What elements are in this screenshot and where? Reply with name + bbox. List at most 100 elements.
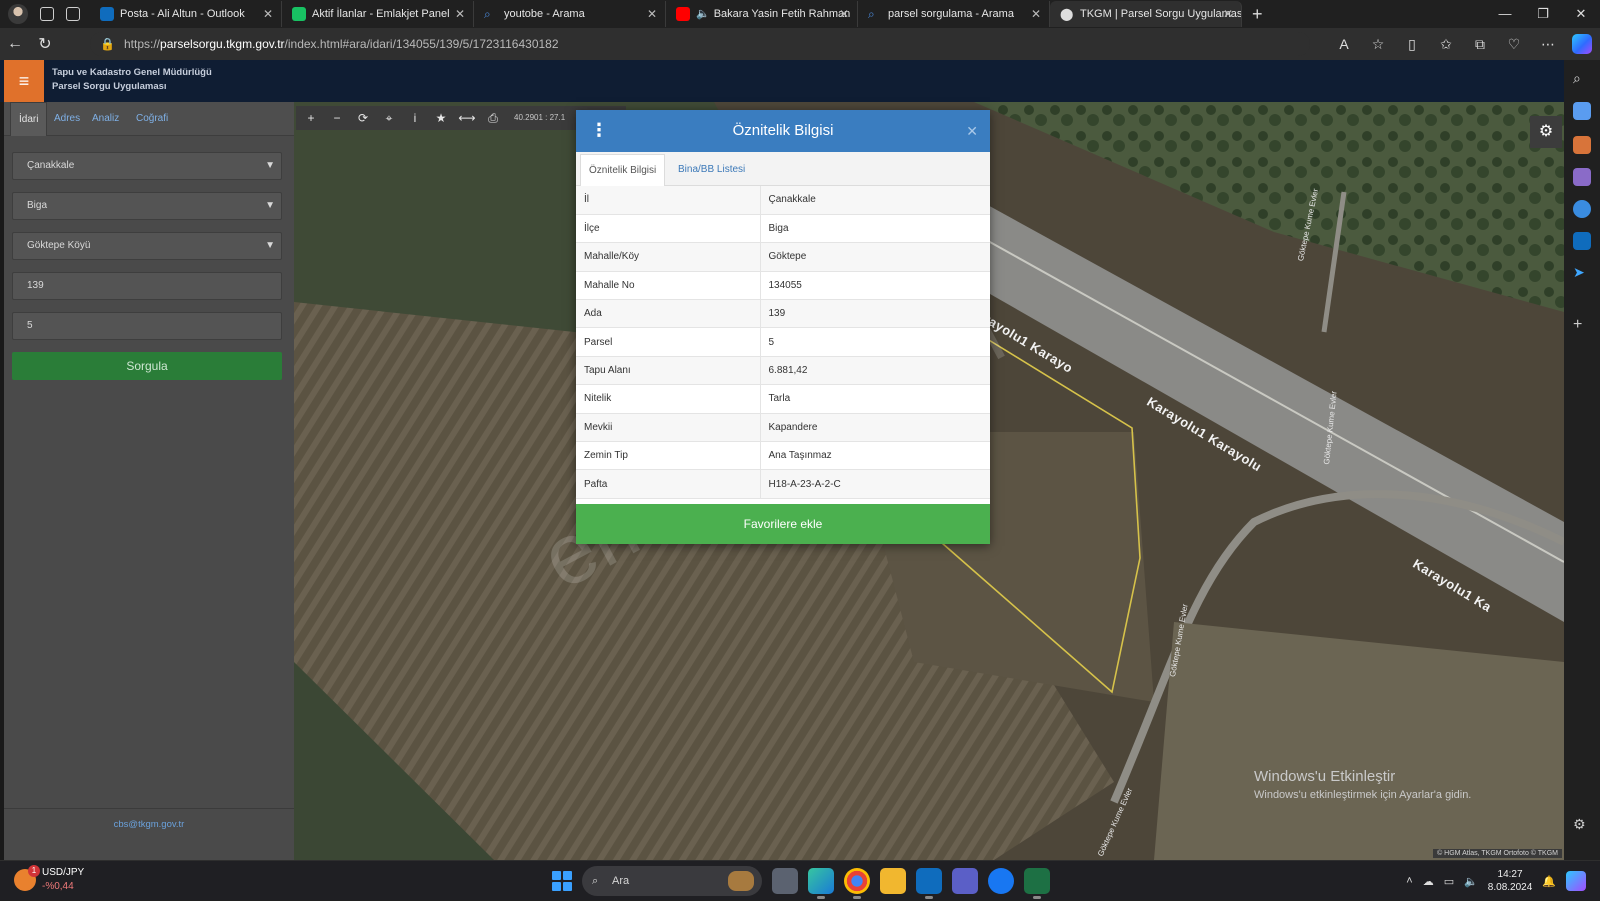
measure-icon[interactable]: ⟷ bbox=[456, 111, 478, 125]
teams-icon[interactable] bbox=[952, 868, 978, 894]
shopping-icon[interactable] bbox=[1573, 102, 1591, 120]
split-screen-icon[interactable]: ▯ bbox=[1402, 36, 1422, 53]
restore-button[interactable]: ❐ bbox=[1524, 0, 1562, 28]
settings-gear-icon[interactable]: ⚙ bbox=[1573, 816, 1591, 834]
show-hidden-icons-chevron-icon[interactable]: ˄ bbox=[1406, 875, 1412, 887]
close-window-button[interactable]: ✕ bbox=[1562, 0, 1600, 28]
windows-start-icon[interactable] bbox=[552, 871, 572, 891]
workspaces-icon[interactable] bbox=[40, 7, 54, 21]
task-view-icon[interactable] bbox=[772, 868, 798, 894]
youtube-icon bbox=[676, 7, 690, 21]
close-tab-icon[interactable]: ✕ bbox=[647, 1, 657, 27]
refresh-button[interactable]: ↻ bbox=[30, 34, 60, 54]
collections-icon[interactable]: ⧉ bbox=[1470, 36, 1490, 53]
district-select[interactable]: Biga ▼ bbox=[12, 192, 282, 220]
contact-email-link[interactable]: cbs@tkgm.gov.tr bbox=[4, 819, 294, 830]
network-icon[interactable]: ▭ bbox=[1444, 875, 1454, 888]
minimize-button[interactable]: — bbox=[1486, 0, 1524, 28]
close-tab-icon[interactable]: ✕ bbox=[1031, 1, 1041, 27]
copilot-icon[interactable] bbox=[1566, 871, 1586, 891]
tab-title: Bakara Yasin Fetih Rahman bbox=[713, 8, 851, 20]
edge-icon[interactable] bbox=[808, 868, 834, 899]
clock[interactable]: 14:27 8.08.2024 bbox=[1488, 868, 1533, 894]
favorite-star-icon[interactable]: ☆ bbox=[1368, 36, 1388, 53]
close-icon[interactable]: ✕ bbox=[966, 110, 978, 152]
taskbar-search[interactable]: ⌕ Ara bbox=[582, 866, 762, 896]
attr-value: H18-A-23-A-2-C bbox=[760, 469, 990, 499]
browser-tab-youtube[interactable]: 🔈 Bakara Yasin Fetih Rahman ✕ bbox=[666, 1, 858, 27]
block-input[interactable]: 139 bbox=[12, 272, 282, 300]
close-tab-icon[interactable]: ✕ bbox=[1223, 1, 1233, 27]
refresh-icon[interactable]: ⟳ bbox=[352, 111, 374, 125]
new-tab-button[interactable]: + bbox=[1252, 4, 1263, 25]
outlook-icon[interactable] bbox=[1573, 232, 1591, 250]
print-icon[interactable]: ⎙ bbox=[482, 111, 504, 126]
tab-title: youtobe - Arama bbox=[504, 8, 585, 20]
vertical-dots-menu-icon[interactable]: ⋮ bbox=[590, 110, 608, 150]
attr-key: İlçe bbox=[576, 214, 761, 244]
info-icon[interactable]: i bbox=[404, 111, 426, 125]
copilot-sidebar-icon[interactable] bbox=[1573, 200, 1591, 218]
tab-idari[interactable]: İdari bbox=[10, 102, 48, 136]
browser-tab-emlakjet[interactable]: Aktif İlanlar - Emlakjet Panel ✕ bbox=[282, 1, 474, 27]
zoom-in-icon[interactable]: + bbox=[300, 111, 322, 125]
attr-value: 134055 bbox=[760, 271, 990, 301]
url-path: /index.html#ara/idari/134055/139/5/17231… bbox=[284, 37, 559, 51]
read-aloud-icon[interactable]: A bbox=[1334, 36, 1354, 52]
close-tab-icon[interactable]: ✕ bbox=[263, 1, 273, 27]
back-button[interactable]: ← bbox=[0, 35, 30, 53]
bookmark-star-icon[interactable]: ★ bbox=[430, 111, 452, 125]
excel-icon[interactable] bbox=[1024, 868, 1050, 899]
tab-adres[interactable]: Adres bbox=[46, 102, 88, 136]
add-sidebar-app-icon[interactable]: + bbox=[1573, 316, 1591, 334]
facebook-icon[interactable] bbox=[988, 868, 1014, 894]
browser-tab-search-parsel[interactable]: ⌕ parsel sorgulama - Arama ✕ bbox=[858, 1, 1050, 27]
attr-value: 139 bbox=[760, 299, 990, 329]
more-menu-icon[interactable]: ⋯ bbox=[1538, 36, 1558, 53]
table-row: Mevkii Kapandere bbox=[576, 413, 990, 443]
neighborhood-select[interactable]: Göktepe Köyü ▼ bbox=[12, 232, 282, 260]
hamburger-menu-icon[interactable]: ≡ bbox=[4, 60, 44, 102]
lock-icon[interactable]: 🔒 bbox=[100, 32, 115, 56]
browser-essentials-icon[interactable]: ♡ bbox=[1504, 36, 1524, 53]
tools-icon[interactable] bbox=[1573, 136, 1591, 154]
address-bar[interactable]: 🔒 https://parselsorgu.tkgm.gov.tr/index.… bbox=[90, 32, 1310, 56]
tab-analiz[interactable]: Analiz bbox=[84, 102, 127, 136]
profile-avatar[interactable] bbox=[8, 4, 28, 24]
map-attribution: © HGM Atlas, TKGM Ortofoto © TKGM bbox=[1433, 849, 1562, 858]
attr-key: Parsel bbox=[576, 327, 761, 357]
games-icon[interactable] bbox=[1573, 168, 1591, 186]
map-settings-gear-icon[interactable]: ⚙ bbox=[1530, 116, 1562, 148]
zoom-out-icon[interactable]: − bbox=[326, 111, 348, 125]
notifications-bell-icon[interactable]: 🔔 bbox=[1542, 875, 1556, 888]
outlook-icon[interactable] bbox=[916, 868, 942, 899]
locate-icon[interactable]: ⌖ bbox=[378, 111, 400, 126]
chrome-icon[interactable] bbox=[844, 868, 870, 899]
edge-sidebar: ⌕ ➤ + ⚙ bbox=[1564, 60, 1600, 860]
search-icon[interactable]: ⌕ bbox=[1573, 70, 1591, 88]
attr-key: Mahalle/Köy bbox=[576, 242, 761, 272]
browser-tab-tkgm[interactable]: ⬤ TKGM | Parsel Sorgu Uygulaması ✕ bbox=[1050, 1, 1242, 27]
parcel-input[interactable]: 5 bbox=[12, 312, 282, 340]
tab-building-list[interactable]: Bina/BB Listesi bbox=[670, 154, 753, 186]
close-tab-icon[interactable]: ✕ bbox=[455, 1, 465, 27]
copilot-icon[interactable] bbox=[1572, 34, 1592, 54]
tab-attribute-info[interactable]: Öznitelik Bilgisi bbox=[580, 154, 666, 186]
favorites-icon[interactable]: ✩ bbox=[1436, 36, 1456, 53]
onedrive-icon[interactable]: ☁ bbox=[1423, 875, 1434, 888]
ticker-change: -%0,44 bbox=[42, 881, 74, 892]
browser-tab-search-youtube[interactable]: ⌕ youtobe - Arama ✕ bbox=[474, 1, 666, 27]
table-row: Tapu Alanı 6.881,42 bbox=[576, 356, 990, 386]
close-tab-icon[interactable]: ✕ bbox=[839, 1, 849, 27]
send-icon[interactable]: ➤ bbox=[1573, 264, 1591, 282]
file-explorer-icon[interactable] bbox=[880, 868, 906, 894]
province-select[interactable]: Çanakkale ▼ bbox=[12, 152, 282, 180]
tab-actions-icon[interactable] bbox=[66, 7, 80, 21]
add-to-favorites-button[interactable]: Favorilere ekle bbox=[576, 504, 990, 544]
volume-icon[interactable]: 🔈 bbox=[1464, 875, 1478, 888]
browser-tab-outlook[interactable]: Posta - Ali Altun - Outlook ✕ bbox=[90, 1, 282, 27]
speaker-icon[interactable]: 🔈 bbox=[696, 1, 710, 27]
browser-tab-strip: Posta - Ali Altun - Outlook ✕ Aktif İlan… bbox=[0, 0, 1600, 28]
tab-cografi[interactable]: Coğrafi bbox=[128, 102, 176, 136]
query-button[interactable]: Sorgula bbox=[12, 352, 282, 380]
